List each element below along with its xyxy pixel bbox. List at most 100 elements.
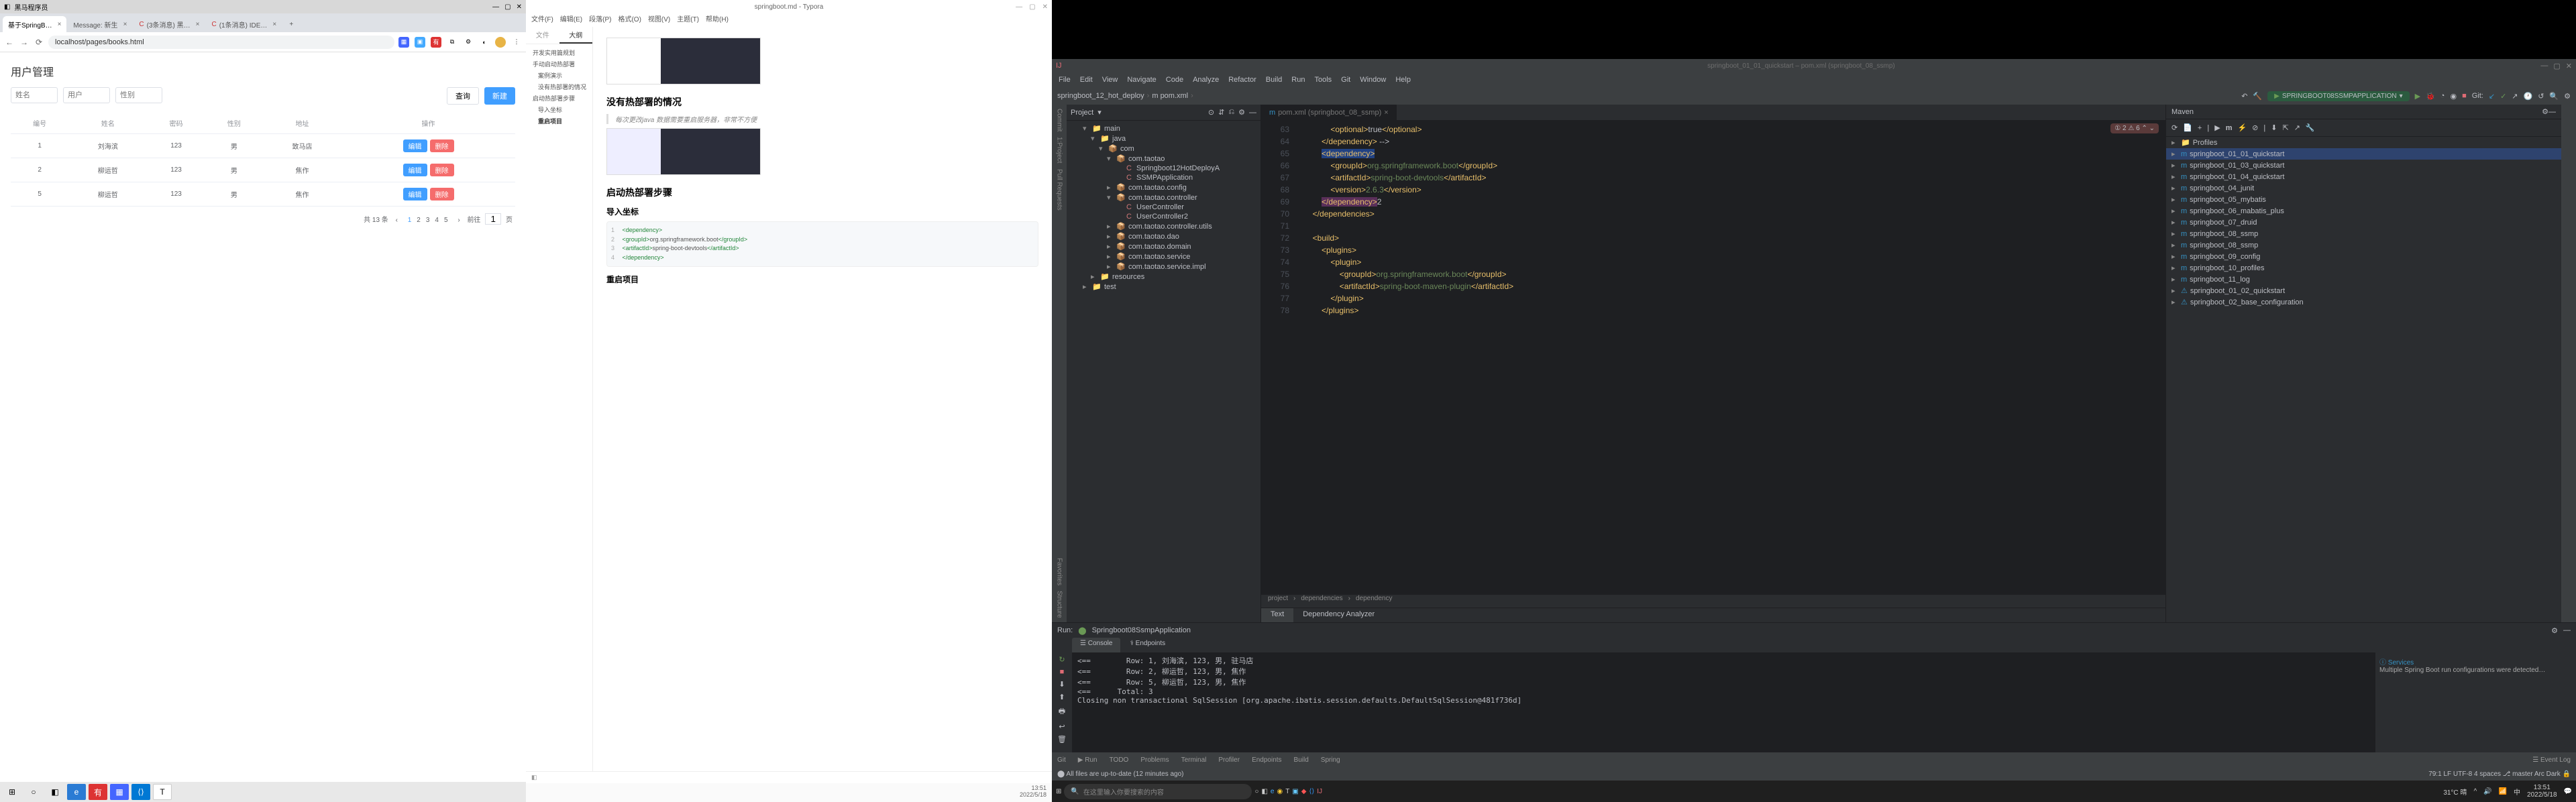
tab-outline[interactable]: 大纲 bbox=[559, 27, 593, 44]
vscode-icon[interactable]: ⟨⟩ bbox=[131, 784, 150, 800]
back-icon[interactable]: ← bbox=[4, 37, 15, 48]
new-button[interactable]: 新建 bbox=[484, 87, 515, 105]
maven-module[interactable]: ▸mspringboot_07_druid bbox=[2166, 217, 2561, 228]
browser-tab[interactable]: C(3条消息) 黑…× bbox=[133, 16, 205, 32]
tool-tab[interactable]: Endpoints bbox=[1252, 756, 1281, 764]
tree-item[interactable]: ▾📁main bbox=[1067, 123, 1260, 133]
edit-button[interactable]: 编辑 bbox=[403, 139, 427, 152]
tree-item[interactable]: ▸📦com.taotao.controller.utils bbox=[1067, 221, 1260, 231]
pager-page[interactable]: 2 bbox=[417, 217, 421, 224]
menu-item[interactable]: Refactor bbox=[1228, 76, 1256, 84]
run-icon[interactable]: ▶ bbox=[2415, 92, 2420, 101]
menu-item[interactable]: Analyze bbox=[1193, 76, 1219, 84]
close-icon[interactable]: × bbox=[58, 21, 62, 28]
print-icon[interactable]: 🖶 bbox=[1059, 705, 1065, 718]
notifications-icon[interactable]: 💬 bbox=[2564, 788, 2572, 795]
network-icon[interactable]: 📶 bbox=[2499, 788, 2507, 795]
git-commit-icon[interactable]: ✓ bbox=[2500, 92, 2506, 101]
menu-item[interactable]: Navigate bbox=[1127, 76, 1156, 84]
git-update-icon[interactable]: ↙ bbox=[2489, 92, 2495, 101]
typora-icon[interactable]: T bbox=[153, 784, 172, 800]
tree-item[interactable]: ▸📁test bbox=[1067, 282, 1260, 292]
hammer-icon[interactable]: 🔨 bbox=[2253, 92, 2262, 101]
hide-icon[interactable]: — bbox=[1249, 109, 1256, 117]
maximize-icon[interactable]: ▢ bbox=[1029, 3, 1035, 11]
delete-button[interactable]: 删除 bbox=[430, 188, 454, 200]
search-input[interactable]: 🔍 在这里输入你要搜索的内容 bbox=[1064, 784, 1252, 799]
menu-item[interactable]: File bbox=[1059, 76, 1071, 84]
app-icon[interactable]: ◉ bbox=[1277, 788, 1283, 795]
cortana-icon[interactable]: ○ bbox=[1254, 788, 1258, 795]
outline-item[interactable]: 没有热部署的情况 bbox=[529, 81, 590, 93]
minimize-icon[interactable]: — bbox=[2540, 62, 2548, 70]
console-output[interactable]: <== Row: 1, 刘海滨, 123, 男, 驻马店 <== Row: 2,… bbox=[1072, 652, 2375, 752]
up-icon[interactable]: ⬆ bbox=[1059, 693, 1065, 701]
taskview-icon[interactable]: ◧ bbox=[1261, 788, 1267, 795]
maven-module[interactable]: ▸📁Profiles bbox=[2166, 137, 2561, 148]
start-icon[interactable]: ⊞ bbox=[1056, 788, 1061, 795]
close-icon[interactable]: ✕ bbox=[1042, 3, 1048, 11]
stop-icon[interactable]: ■ bbox=[2462, 92, 2467, 100]
extension-icon[interactable]: ⚙ bbox=[463, 37, 474, 48]
trash-icon[interactable]: 🗑 bbox=[1057, 735, 1067, 744]
close-icon[interactable]: ✕ bbox=[517, 3, 522, 11]
settings-icon[interactable]: ⚙ bbox=[1238, 108, 1245, 117]
tab-structure[interactable]: Structure bbox=[1056, 591, 1063, 618]
maven-module[interactable]: ▸⚠springboot_02_base_configuration bbox=[2166, 296, 2561, 308]
download-icon[interactable]: ⬇ bbox=[2271, 123, 2277, 132]
tree-item[interactable]: ▸📁resources bbox=[1067, 272, 1260, 282]
menu-item[interactable]: Tools bbox=[1314, 76, 1332, 84]
menu-icon[interactable]: ⋮ bbox=[511, 37, 522, 48]
edge-icon[interactable]: e bbox=[1271, 788, 1275, 795]
clock-time[interactable]: 13:51 bbox=[2527, 784, 2557, 791]
typora-icon[interactable]: T bbox=[1285, 788, 1289, 795]
tree-item[interactable]: ▸📦com.taotao.service.impl bbox=[1067, 262, 1260, 272]
error-indicator[interactable]: ① 2 ⚠ 6 ⌃ ⌄ bbox=[2110, 123, 2159, 133]
tree-item[interactable]: CSpringboot12HotDeployA bbox=[1067, 164, 1260, 173]
event-log[interactable]: ☰ Event Log bbox=[2532, 756, 2571, 764]
app-icon[interactable]: ▣ bbox=[1292, 788, 1298, 795]
select-opened-icon[interactable]: ⊙ bbox=[1208, 108, 1214, 117]
toggle-icon[interactable]: ⊘ bbox=[2252, 123, 2258, 132]
menu-item[interactable]: View bbox=[1102, 76, 1118, 84]
tool-tab[interactable]: TODO bbox=[1110, 756, 1129, 764]
start-icon[interactable]: ⊞ bbox=[3, 784, 21, 800]
pager-page[interactable]: 4 bbox=[435, 217, 439, 224]
generate-icon[interactable]: 📄 bbox=[2183, 123, 2192, 132]
intellij-icon[interactable]: IJ bbox=[1317, 788, 1322, 795]
outline-item[interactable]: 启动热部署步骤 bbox=[529, 93, 590, 104]
sidebar-toggle-icon[interactable]: ◧ bbox=[531, 774, 537, 781]
tool-tab[interactable]: Build bbox=[1294, 756, 1309, 764]
sex-input[interactable] bbox=[115, 87, 162, 103]
extension-icon[interactable]: ▣ bbox=[415, 37, 425, 48]
reload-icon[interactable]: ⟳ bbox=[34, 37, 44, 48]
name-input[interactable] bbox=[11, 87, 58, 103]
user-input[interactable] bbox=[63, 87, 110, 103]
outline-item[interactable]: 开发实用篇规划 bbox=[529, 47, 590, 58]
pager-page[interactable]: 1 bbox=[408, 217, 412, 224]
query-button[interactable]: 查询 bbox=[447, 87, 479, 105]
clock-date[interactable]: 2022/5/18 bbox=[2527, 791, 2557, 799]
tree-item[interactable]: ▸📦com.taotao.config bbox=[1067, 182, 1260, 192]
menu-item[interactable]: 段落(P) bbox=[589, 13, 611, 27]
app-icon[interactable]: 有 bbox=[89, 784, 107, 800]
pager-page[interactable]: 5 bbox=[444, 217, 448, 224]
execute-icon[interactable]: ⚡ bbox=[2237, 123, 2247, 132]
tree-item[interactable]: ▸📦com.taotao.dao bbox=[1067, 231, 1260, 241]
tray-chevron-icon[interactable]: ^ bbox=[2473, 788, 2477, 795]
tab-file[interactable]: 文件 bbox=[526, 27, 559, 44]
settings-icon[interactable]: ⚙ bbox=[2551, 626, 2558, 635]
menu-item[interactable]: Window bbox=[1360, 76, 1386, 84]
maven-module[interactable]: ▸⚠springboot_01_02_quickstart bbox=[2166, 285, 2561, 296]
menu-item[interactable]: 编辑(E) bbox=[560, 13, 582, 27]
weather-widget[interactable]: 31°C 晴 bbox=[2443, 787, 2467, 797]
tool-tab[interactable]: Git bbox=[1057, 756, 1066, 764]
tree-item[interactable]: ▾📁java bbox=[1067, 133, 1260, 144]
maven-module[interactable]: ▸mspringboot_08_ssmp bbox=[2166, 228, 2561, 239]
tool-tab[interactable]: Terminal bbox=[1181, 756, 1207, 764]
collapse-icon[interactable]: ⇱ bbox=[2282, 123, 2288, 132]
tab-text[interactable]: Text bbox=[1261, 608, 1293, 622]
edge-icon[interactable]: e bbox=[67, 784, 86, 800]
app-icon[interactable]: ▦ bbox=[110, 784, 129, 800]
tab-favorites[interactable]: Favorites bbox=[1056, 558, 1063, 585]
